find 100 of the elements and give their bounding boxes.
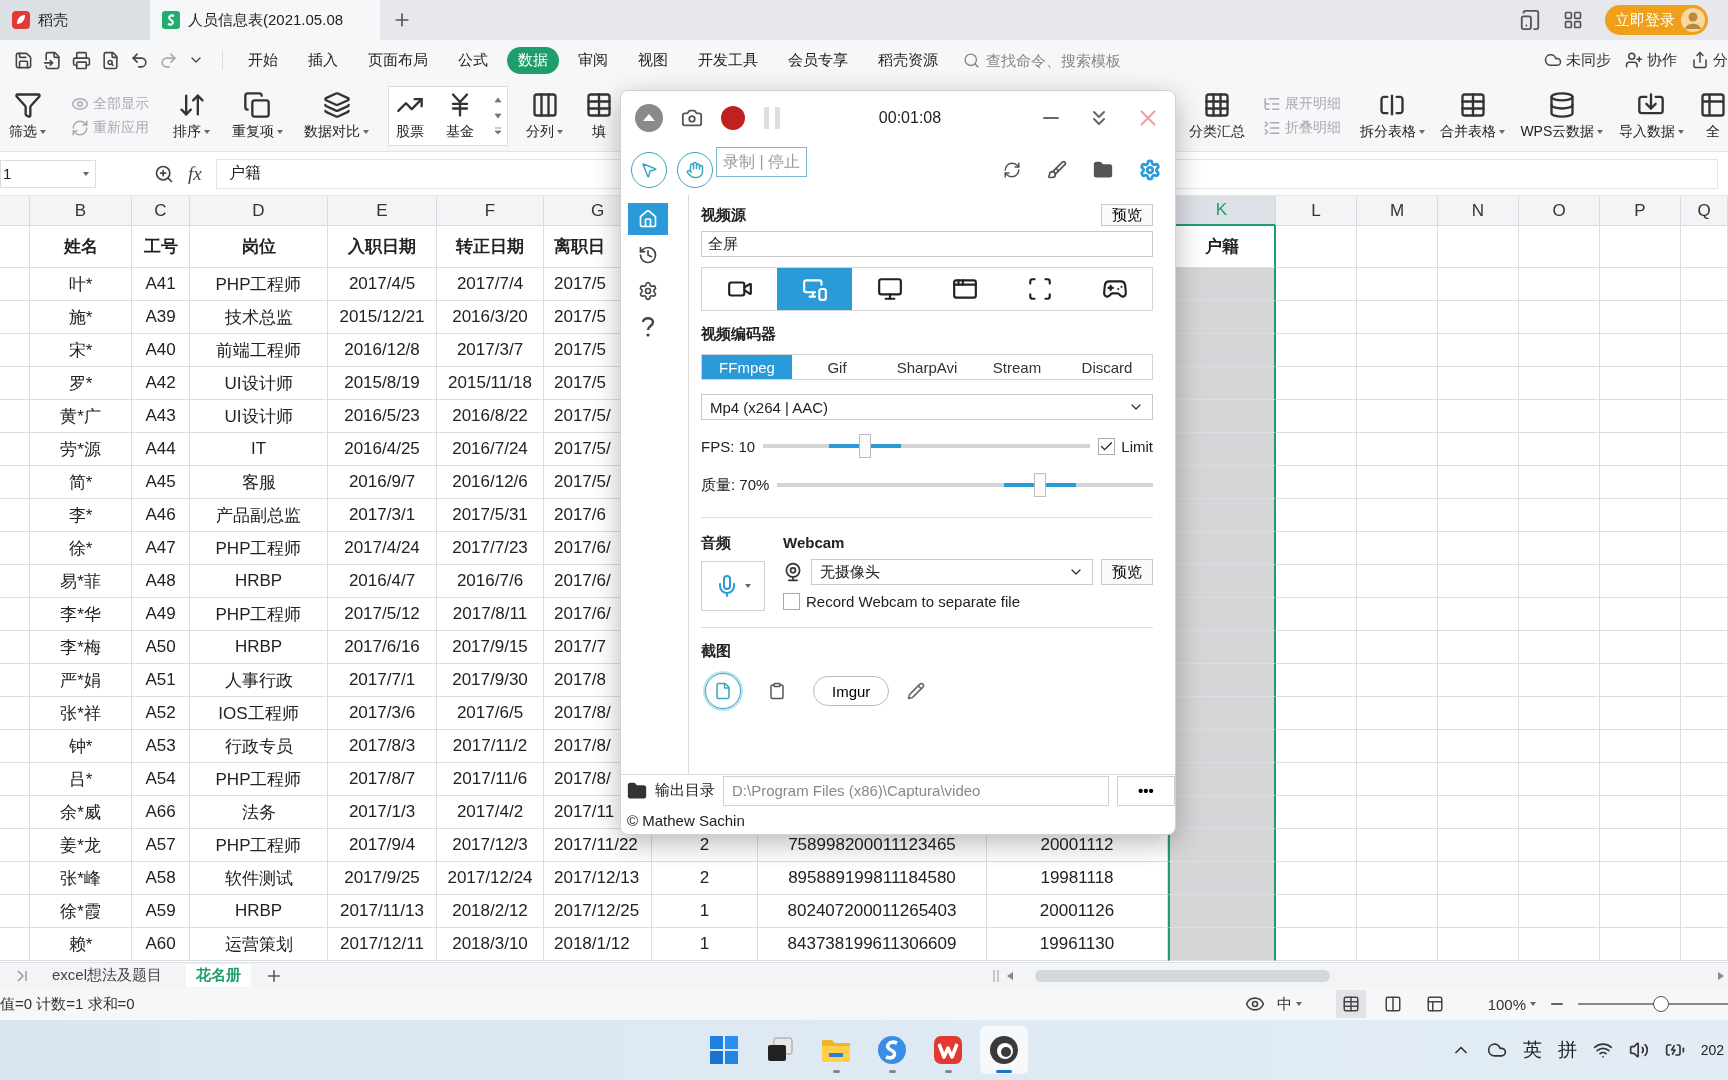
menu-tab[interactable]: 公式 bbox=[447, 46, 499, 74]
document-tab[interactable]: 人员信息表(2021.05.08 bbox=[150, 0, 380, 40]
column-header[interactable]: B bbox=[30, 196, 132, 226]
sheet-tab[interactable]: 花名册 bbox=[186, 964, 252, 987]
menu-tab[interactable]: 插入 bbox=[297, 46, 349, 74]
preview-button[interactable]: 预览 bbox=[1101, 204, 1153, 226]
print-icon[interactable] bbox=[72, 50, 91, 70]
gallery-item[interactable]: 股票 bbox=[392, 88, 427, 143]
menu-tab[interactable]: 会员专享 bbox=[777, 46, 859, 74]
column-header[interactable]: D bbox=[190, 196, 328, 226]
view-button[interactable] bbox=[1335, 990, 1366, 1018]
menu-tab[interactable]: 开始 bbox=[237, 46, 289, 74]
taskbar-app[interactable] bbox=[980, 1026, 1028, 1074]
first-sheet-icon[interactable] bbox=[16, 969, 28, 982]
input-method-indicator[interactable]: 英 bbox=[1522, 1037, 1542, 1063]
input-method-indicator[interactable]: 拼 bbox=[1557, 1037, 1577, 1063]
limit-checkbox[interactable]: Limit bbox=[1098, 437, 1153, 455]
menu-tab[interactable]: 开发工具 bbox=[687, 46, 769, 74]
quality-slider[interactable] bbox=[777, 473, 1153, 497]
export-icon[interactable] bbox=[43, 50, 62, 70]
preview-button[interactable]: 预览 bbox=[1101, 559, 1153, 585]
fps-slider[interactable] bbox=[763, 434, 1091, 458]
ribbon-button[interactable]: 拆分表格 bbox=[1356, 88, 1428, 143]
column-header[interactable]: M bbox=[1357, 196, 1438, 226]
ribbon-button[interactable]: 排序 bbox=[170, 88, 214, 143]
ribbon-button[interactable]: 分列 bbox=[523, 88, 567, 143]
cell-reference-field[interactable]: 1 bbox=[0, 159, 96, 188]
checkbox[interactable] bbox=[783, 593, 800, 610]
column-header[interactable]: Q bbox=[1681, 196, 1728, 226]
menu-tab[interactable]: 视图 bbox=[627, 46, 679, 74]
file-target-button[interactable] bbox=[705, 673, 741, 709]
toolbar-button[interactable]: 分 bbox=[1691, 50, 1728, 70]
toolbar-button[interactable]: 协作 bbox=[1625, 50, 1677, 70]
settings-icon[interactable] bbox=[1139, 159, 1161, 181]
scroll-right-icon[interactable] bbox=[1718, 971, 1724, 980]
ribbon-button[interactable]: WPS云数据 bbox=[1517, 88, 1607, 143]
ribbon-button[interactable]: 分类汇总 bbox=[1186, 88, 1248, 143]
eye-icon[interactable] bbox=[1244, 994, 1265, 1014]
document-tab[interactable]: 稻壳 bbox=[0, 0, 150, 40]
help-icon[interactable] bbox=[641, 316, 655, 338]
preview-icon[interactable] bbox=[101, 50, 120, 70]
slider-thumb[interactable] bbox=[858, 434, 871, 458]
refresh-icon[interactable] bbox=[1003, 161, 1021, 179]
ribbon-button[interactable]: 导入数据 bbox=[1615, 88, 1687, 143]
ribbon-button[interactable]: 填 bbox=[581, 88, 616, 143]
clock-text[interactable]: 202 bbox=[1700, 1042, 1728, 1058]
collapse-icon[interactable] bbox=[635, 104, 663, 132]
ribbon-button[interactable]: 筛选 bbox=[6, 88, 49, 143]
column-header[interactable]: C bbox=[132, 196, 190, 226]
checkbox[interactable] bbox=[1098, 437, 1116, 455]
more-button[interactable]: ••• bbox=[1117, 775, 1175, 806]
zoom-icon[interactable] bbox=[154, 163, 174, 184]
folder-icon[interactable] bbox=[627, 780, 647, 801]
undo-icon[interactable] bbox=[130, 50, 149, 70]
redo-icon[interactable] bbox=[159, 50, 178, 70]
slider-thumb[interactable] bbox=[1034, 473, 1047, 497]
search-field[interactable]: 查找命令、搜索模板 bbox=[963, 50, 1154, 70]
column-header[interactable]: N bbox=[1438, 196, 1519, 226]
column-header[interactable]: L bbox=[1276, 196, 1357, 226]
wifi-icon[interactable] bbox=[1592, 1040, 1613, 1060]
pencil-icon[interactable] bbox=[907, 682, 926, 700]
upload-button[interactable]: Imgur bbox=[813, 676, 890, 706]
zoom-level-button[interactable]: 100% bbox=[1487, 995, 1536, 1013]
sheet-tab[interactable]: excel想法及题目 bbox=[42, 964, 173, 987]
ribbon-button[interactable]: 合并表格 bbox=[1437, 88, 1509, 143]
column-header[interactable]: O bbox=[1519, 196, 1600, 226]
record-icon[interactable] bbox=[721, 106, 745, 130]
function-label[interactable]: fx bbox=[188, 162, 202, 185]
column-header[interactable]: F bbox=[437, 196, 544, 226]
input-mode-button[interactable]: 中 bbox=[1276, 994, 1302, 1014]
apps-grid-icon[interactable] bbox=[1563, 10, 1583, 30]
folder-icon[interactable] bbox=[1093, 160, 1113, 180]
cursor-toggle-button[interactable] bbox=[631, 152, 667, 188]
ribbon-button[interactable]: 重复项 bbox=[228, 88, 286, 143]
zoom-slider[interactable] bbox=[1578, 995, 1728, 1013]
source-field[interactable]: 全屏 bbox=[701, 231, 1153, 257]
cloud-icon[interactable] bbox=[1486, 1040, 1507, 1060]
webcam-dropdown[interactable]: 无摄像头 bbox=[811, 559, 1093, 585]
menu-tab[interactable]: 稻壳资源 bbox=[867, 46, 949, 74]
menu-tab[interactable]: 审阅 bbox=[567, 46, 619, 74]
save-icon[interactable] bbox=[14, 50, 33, 70]
ribbon-button[interactable]: 全 bbox=[1695, 88, 1728, 143]
separate-file-checkbox[interactable]: Record Webcam to separate file bbox=[783, 593, 1153, 610]
volume-icon[interactable] bbox=[1628, 1040, 1649, 1060]
camera-icon[interactable] bbox=[681, 107, 703, 129]
menu-tab[interactable]: 页面布局 bbox=[357, 46, 439, 74]
column-header[interactable]: P bbox=[1600, 196, 1681, 226]
slider-thumb[interactable] bbox=[1652, 996, 1669, 1012]
brush-icon[interactable] bbox=[1047, 160, 1067, 180]
gallery-item[interactable]: 基金 bbox=[442, 88, 477, 143]
toolbar-button[interactable]: 未同步 bbox=[1544, 50, 1611, 70]
output-path-field[interactable]: D:\Program Files (x86)\Captura\video bbox=[723, 775, 1109, 806]
ribbon-button[interactable]: 数据对比 bbox=[301, 88, 373, 143]
corner-cell[interactable] bbox=[0, 196, 30, 226]
column-header[interactable]: E bbox=[328, 196, 437, 226]
microphone-button[interactable] bbox=[701, 561, 765, 611]
click-toggle-button[interactable] bbox=[677, 152, 713, 188]
devices-icon[interactable] bbox=[1519, 9, 1541, 31]
scroll-left-icon[interactable] bbox=[1007, 971, 1013, 980]
format-dropdown[interactable]: Mp4 (x264 | AAC) bbox=[701, 394, 1153, 420]
